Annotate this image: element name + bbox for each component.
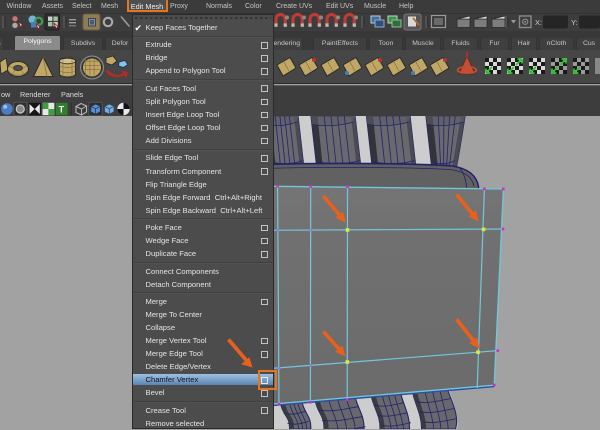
svg-text:T: T xyxy=(59,105,65,115)
svg-text:X:: X: xyxy=(535,18,542,27)
svg-text:Y:: Y: xyxy=(571,18,578,27)
